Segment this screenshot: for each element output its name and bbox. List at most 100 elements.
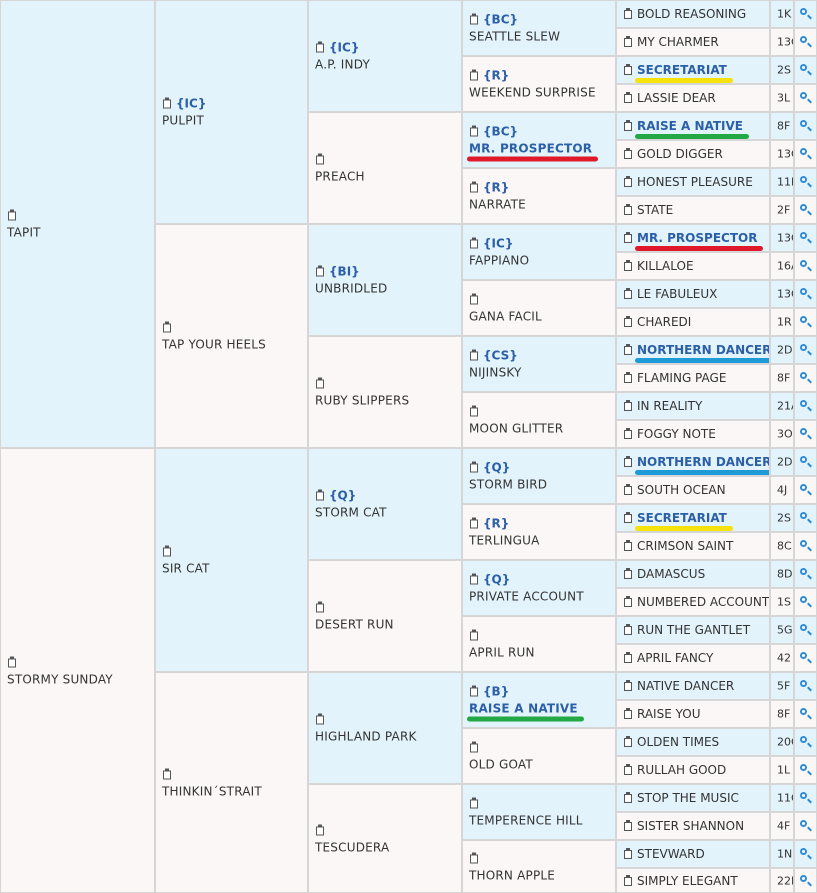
horse-name-link[interactable]: TERLINGUA	[469, 534, 613, 548]
g5-horse-cell[interactable]: NUMBERED ACCOUNT	[616, 588, 770, 616]
clipboard-icon[interactable]	[469, 69, 479, 82]
g5-horse-cell[interactable]: LE FABULEUX	[616, 280, 770, 308]
clipboard-icon[interactable]	[469, 629, 479, 642]
horse-name-link[interactable]: STATE	[637, 203, 673, 217]
search-cell[interactable]	[794, 0, 817, 28]
g2-horse-cell[interactable]: THINKIN´STRAIT	[155, 672, 308, 893]
g5-horse-cell[interactable]: NATIVE DANCER	[616, 672, 770, 700]
g4-horse-cell[interactable]: THORN APPLE	[462, 840, 616, 893]
horse-name-link[interactable]: GANA FACIL	[469, 310, 613, 324]
magnifier-icon[interactable]	[799, 400, 812, 412]
magnifier-icon[interactable]	[799, 568, 812, 580]
horse-name-link[interactable]: CRIMSON SAINT	[637, 539, 733, 553]
clipboard-icon[interactable]	[623, 260, 633, 272]
clipboard-icon[interactable]	[623, 372, 633, 384]
horse-name-link[interactable]: FAPPIANO	[469, 254, 613, 268]
magnifier-icon[interactable]	[799, 792, 812, 804]
clipboard-icon[interactable]	[623, 596, 633, 608]
horse-name-link[interactable]: TESCUDERA	[315, 840, 459, 854]
g2-horse-cell[interactable]: TAP YOUR HEELS	[155, 224, 308, 448]
g5-horse-cell[interactable]: SIMPLY ELEGANT	[616, 868, 770, 893]
magnifier-icon[interactable]	[799, 820, 812, 832]
clipboard-icon[interactable]	[315, 377, 325, 390]
horse-name-link[interactable]: NORTHERN DANCER	[634, 343, 769, 363]
g5-horse-cell[interactable]: MR. PROSPECTOR	[616, 224, 770, 252]
clipboard-icon[interactable]	[7, 656, 17, 668]
g4-horse-cell[interactable]: OLD GOAT	[462, 728, 616, 784]
horse-name-link[interactable]: GOLD DIGGER	[637, 147, 723, 161]
g5-horse-cell[interactable]: NORTHERN DANCER	[616, 448, 770, 476]
g4-horse-cell[interactable]: {R} TERLINGUA	[462, 504, 616, 560]
g5-horse-cell[interactable]: BOLD REASONING	[616, 0, 770, 28]
g5-horse-cell[interactable]: SOUTH OCEAN	[616, 476, 770, 504]
g3-horse-cell[interactable]: RUBY SLIPPERS	[308, 336, 462, 448]
horse-name-link[interactable]: STORMY SUNDAY	[7, 672, 152, 686]
horse-name-link[interactable]: OLDEN TIMES	[637, 735, 719, 749]
magnifier-icon[interactable]	[799, 36, 812, 48]
search-cell[interactable]	[794, 252, 817, 280]
clipboard-icon[interactable]	[315, 41, 325, 54]
g3-horse-cell[interactable]: PREACH	[308, 112, 462, 224]
clipboard-icon[interactable]	[315, 601, 325, 614]
search-cell[interactable]	[794, 280, 817, 308]
search-cell[interactable]	[794, 504, 817, 532]
g3-horse-cell[interactable]: {Q} STORM CAT	[308, 448, 462, 560]
g5-horse-cell[interactable]: SECRETARIAT	[616, 504, 770, 532]
magnifier-icon[interactable]	[799, 652, 812, 664]
horse-name-link[interactable]: DESERT RUN	[315, 618, 459, 632]
g3-horse-cell[interactable]: DESERT RUN	[308, 560, 462, 672]
search-cell[interactable]	[794, 476, 817, 504]
g4-horse-cell[interactable]: {R} WEEKEND SURPRISE	[462, 56, 616, 112]
g5-horse-cell[interactable]: RUN THE GANTLET	[616, 616, 770, 644]
search-cell[interactable]	[794, 784, 817, 812]
magnifier-icon[interactable]	[799, 316, 812, 328]
clipboard-icon[interactable]	[469, 349, 479, 362]
g4-horse-cell[interactable]: {Q} PRIVATE ACCOUNT	[462, 560, 616, 616]
horse-name-link[interactable]: CHAREDI	[637, 315, 691, 329]
clipboard-icon[interactable]	[623, 792, 633, 804]
clipboard-icon[interactable]	[623, 456, 633, 468]
clipboard-icon[interactable]	[469, 405, 479, 418]
g5-horse-cell[interactable]: RAISE A NATIVE	[616, 112, 770, 140]
clipboard-icon[interactable]	[623, 316, 633, 328]
magnifier-icon[interactable]	[799, 736, 812, 748]
clipboard-icon[interactable]	[162, 97, 172, 110]
clipboard-icon[interactable]	[469, 517, 479, 530]
g5-horse-cell[interactable]: CHAREDI	[616, 308, 770, 336]
clipboard-icon[interactable]	[469, 741, 479, 754]
clipboard-icon[interactable]	[623, 176, 633, 188]
clipboard-icon[interactable]	[623, 484, 633, 496]
horse-name-link[interactable]: HIGHLAND PARK	[315, 730, 459, 744]
magnifier-icon[interactable]	[799, 708, 812, 720]
search-cell[interactable]	[794, 756, 817, 784]
magnifier-icon[interactable]	[799, 540, 812, 552]
clipboard-icon[interactable]	[623, 92, 633, 104]
clipboard-icon[interactable]	[315, 713, 325, 726]
horse-name-link[interactable]: SOUTH OCEAN	[637, 483, 726, 497]
g5-horse-cell[interactable]: APRIL FANCY	[616, 644, 770, 672]
magnifier-icon[interactable]	[799, 764, 812, 776]
g5-horse-cell[interactable]: STEVWARD	[616, 840, 770, 868]
magnifier-icon[interactable]	[799, 148, 812, 160]
search-cell[interactable]	[794, 700, 817, 728]
horse-name-link[interactable]: RAISE A NATIVE	[634, 119, 750, 139]
search-cell[interactable]	[794, 56, 817, 84]
search-cell[interactable]	[794, 532, 817, 560]
horse-name-link[interactable]: MR. PROSPECTOR	[466, 142, 613, 162]
magnifier-icon[interactable]	[799, 624, 812, 636]
magnifier-icon[interactable]	[799, 428, 812, 440]
g4-horse-cell[interactable]: {B} RAISE A NATIVE	[462, 672, 616, 728]
horse-name-link[interactable]: RUBY SLIPPERS	[315, 394, 459, 408]
search-cell[interactable]	[794, 28, 817, 56]
horse-name-link[interactable]: THORN APPLE	[469, 868, 613, 882]
clipboard-icon[interactable]	[315, 265, 325, 278]
g5-horse-cell[interactable]: RULLAH GOOD	[616, 756, 770, 784]
horse-name-link[interactable]: LASSIE DEAR	[637, 91, 716, 105]
clipboard-icon[interactable]	[469, 293, 479, 306]
magnifier-icon[interactable]	[799, 456, 812, 468]
clipboard-icon[interactable]	[623, 400, 633, 412]
horse-name-link[interactable]: FOGGY NOTE	[637, 427, 716, 441]
g5-horse-cell[interactable]: IN REALITY	[616, 392, 770, 420]
horse-name-link[interactable]: SECRETARIAT	[635, 63, 733, 83]
magnifier-icon[interactable]	[799, 512, 812, 524]
